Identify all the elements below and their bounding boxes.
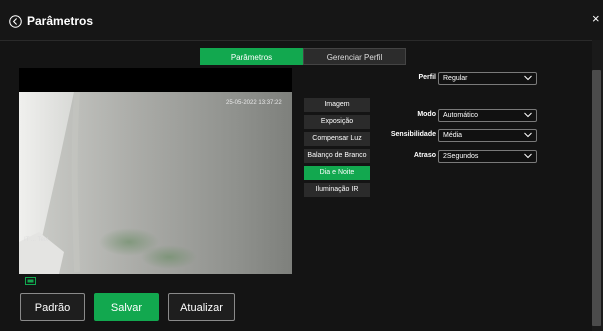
menu-item-exposicao[interactable]: Exposição bbox=[304, 115, 370, 129]
tab-gerenciar-perfil[interactable]: Gerenciar Perfil bbox=[303, 48, 406, 65]
perfil-value: Regular bbox=[443, 75, 468, 82]
chevron-down-icon bbox=[524, 112, 532, 118]
salvar-button[interactable]: Salvar bbox=[94, 293, 159, 321]
atraso-select[interactable]: 2Segundos bbox=[438, 150, 537, 163]
modo-value: Automático bbox=[443, 112, 479, 119]
page-title: Parâmetros bbox=[27, 14, 94, 28]
tab-parametros[interactable]: Parâmetros bbox=[200, 48, 303, 65]
atraso-label: Atraso bbox=[413, 152, 436, 159]
camera-frame-image bbox=[19, 92, 292, 274]
close-icon[interactable]: × bbox=[592, 12, 600, 25]
chevron-down-icon bbox=[524, 75, 532, 81]
atraso-value: 2Segundos bbox=[443, 153, 479, 160]
tab-bar: Parâmetros Gerenciar Perfil bbox=[200, 48, 406, 65]
camera-label: IT ... Teix bbox=[24, 237, 49, 243]
modo-label: Modo bbox=[417, 111, 436, 118]
video-preview: 25-05-2022 13:37:22 IT ... Teix bbox=[19, 68, 292, 274]
modo-select[interactable]: Automático bbox=[438, 109, 537, 122]
perfil-label: Perfil bbox=[418, 74, 436, 81]
atualizar-button[interactable]: Atualizar bbox=[168, 293, 235, 321]
menu-item-iluminacao-ir[interactable]: Iluminação IR bbox=[304, 183, 370, 197]
fit-screen-icon[interactable] bbox=[25, 277, 36, 285]
perfil-select[interactable]: Regular bbox=[438, 72, 537, 85]
sensibilidade-select[interactable]: Média bbox=[438, 129, 537, 142]
settings-menu: Imagem Exposição Compensar Luz Balanço d… bbox=[304, 98, 370, 200]
menu-item-imagem[interactable]: Imagem bbox=[304, 98, 370, 112]
back-icon[interactable] bbox=[9, 15, 22, 28]
padrao-button[interactable]: Padrão bbox=[20, 293, 85, 321]
video-timestamp: 25-05-2022 13:37:22 bbox=[226, 100, 282, 106]
header-divider bbox=[0, 40, 603, 41]
menu-item-balanco-de-branco[interactable]: Balanço de Branco bbox=[304, 149, 370, 163]
sensibilidade-value: Média bbox=[443, 132, 463, 139]
menu-item-dia-e-noite[interactable]: Dia e Noite bbox=[304, 166, 370, 180]
scrollbar-thumb[interactable] bbox=[592, 70, 601, 326]
chevron-down-icon bbox=[524, 132, 532, 138]
sensibilidade-label: Sensibilidade bbox=[390, 131, 436, 138]
menu-item-compensar-luz[interactable]: Compensar Luz bbox=[304, 132, 370, 146]
header-bar: Parâmetros × bbox=[0, 0, 603, 40]
chevron-down-icon bbox=[524, 153, 532, 159]
